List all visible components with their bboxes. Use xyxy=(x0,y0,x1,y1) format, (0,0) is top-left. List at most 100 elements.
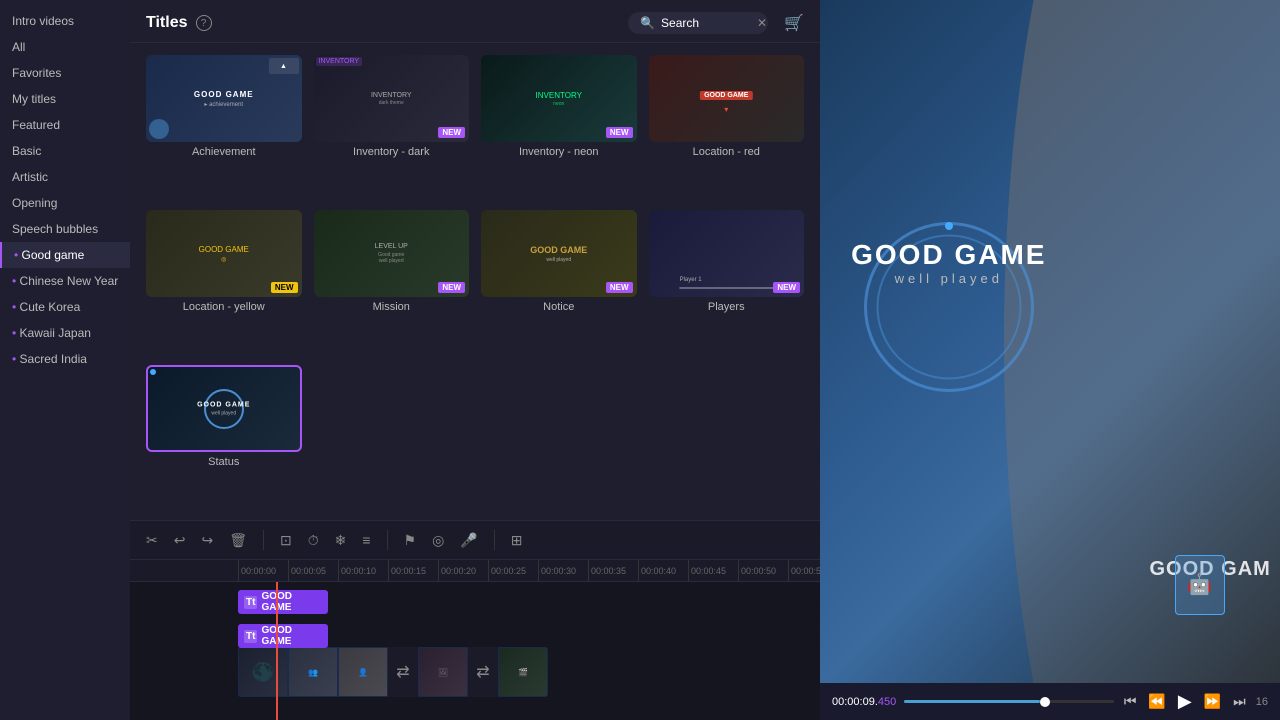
delete-tool[interactable]: 🗑 xyxy=(225,528,251,553)
search-input[interactable] xyxy=(661,16,751,30)
search-icon: 🔍 xyxy=(640,16,655,30)
progress-bar[interactable] xyxy=(904,700,1114,703)
step-forward-button[interactable]: ⏩ xyxy=(1202,691,1223,712)
main-panel: Titles ? 🔍 ✕ 🛒 GOOD GAME ▸ achievement ▲ xyxy=(130,0,820,720)
toolbar-separator-1 xyxy=(263,530,264,550)
cart-icon[interactable]: 🛒 xyxy=(784,13,804,33)
time-display: 00:00:09.450 xyxy=(832,696,896,708)
video-thumb-3: 👤 xyxy=(338,647,388,697)
thumb-location-red: GOOD GAME ▾ xyxy=(649,55,805,142)
title-card-achievement[interactable]: GOOD GAME ▸ achievement ▲ Achievement xyxy=(146,55,302,198)
sidebar-item-cute-korea[interactable]: Cute Korea xyxy=(0,294,130,320)
preview-overlay-text: GOOD GAME well played xyxy=(851,239,1046,286)
title-clip-2[interactable]: Tt GOOD GAME xyxy=(238,624,328,648)
title-card-inventory-dark[interactable]: INVENTORY dark theme INVENTORY NEW Inven… xyxy=(314,55,470,198)
voice-tool[interactable]: 🎤 xyxy=(456,528,481,553)
title-card-status[interactable]: GOOD GAME well played Status xyxy=(146,365,302,508)
info-icon[interactable]: ? xyxy=(196,15,212,31)
sidebar-item-my-titles[interactable]: My titles xyxy=(0,86,130,112)
skip-back-button[interactable]: ⏮ xyxy=(1122,691,1139,712)
thumb-status: GOOD GAME well played xyxy=(146,365,302,452)
timeline-content: Tt GOOD GAME Tt GOOD GAME 🌑 👥 xyxy=(130,582,820,720)
sidebar-item-artistic[interactable]: Artistic xyxy=(0,164,130,190)
ruler-mark: 00:00:30 xyxy=(538,560,588,582)
sidebar-item-basic[interactable]: Basic xyxy=(0,138,130,164)
title-card-notice[interactable]: GOOD GAME well played NEW Notice xyxy=(481,210,637,353)
progress-fill xyxy=(904,700,1040,703)
progress-thumb[interactable] xyxy=(1040,697,1050,707)
layout-tool[interactable]: ⊞ xyxy=(507,528,527,553)
title-card-inventory-neon[interactable]: INVENTORY neon NEW Inventory - neon xyxy=(481,55,637,198)
clip-label-2: GOOD GAME xyxy=(261,625,322,647)
toolbar-separator-3 xyxy=(494,530,495,550)
preview-video: GOOD GAME well played GOOD GAM 🤖 xyxy=(820,0,1280,683)
thumb-players: Player 1 NEW xyxy=(649,210,805,297)
thumb-achievement: GOOD GAME ▸ achievement ▲ xyxy=(146,55,302,142)
preview-panel: GOOD GAME well played GOOD GAM 🤖 00:00:0… xyxy=(820,0,1280,720)
titles-grid: GOOD GAME ▸ achievement ▲ Achievement IN… xyxy=(130,43,820,520)
tt-icon-1: Tt xyxy=(244,596,257,609)
time-accent: 450 xyxy=(878,696,896,708)
step-back-button[interactable]: ⏪ xyxy=(1146,691,1167,712)
video-background: GOOD GAME well played GOOD GAM 🤖 xyxy=(820,0,1280,683)
skip-forward-button[interactable]: ⏭ xyxy=(1231,691,1248,712)
ruler-mark: 00:00:20 xyxy=(438,560,488,582)
ruler-mark: 00:00:50 xyxy=(738,560,788,582)
red-label: GOOD GAME xyxy=(700,91,752,100)
undo-tool[interactable]: ↩ xyxy=(170,528,190,553)
speed-tool[interactable]: ⏱ xyxy=(304,528,323,553)
sidebar-item-favorites[interactable]: Favorites xyxy=(0,60,130,86)
title-clip-1[interactable]: Tt GOOD GAME xyxy=(238,590,328,614)
ruler-mark: 00:00:00 xyxy=(238,560,288,582)
video-thumb-2: 👥 xyxy=(288,647,338,697)
preview-subtitle: well played xyxy=(851,271,1046,286)
sidebar-item-all[interactable]: All xyxy=(0,34,130,60)
transition-1[interactable]: ⇄ xyxy=(388,647,418,697)
title-card-location-yellow[interactable]: GOOD GAME ◎ NEW Location - yellow xyxy=(146,210,302,353)
card-label-achievement: Achievement xyxy=(146,146,302,158)
sidebar-item-kawaii-japan[interactable]: Kawaii Japan xyxy=(0,320,130,346)
cut-tool[interactable]: ✂ xyxy=(142,528,162,553)
sidebar-item-chinese-new-year[interactable]: Chinese New Year xyxy=(0,268,130,294)
sidebar-item-sacred-india[interactable]: Sacred India xyxy=(0,346,130,372)
clear-search-icon[interactable]: ✕ xyxy=(757,16,767,30)
sidebar-item-good-game[interactable]: Good game xyxy=(0,242,130,268)
freeze-tool[interactable]: ❄ xyxy=(331,528,351,553)
sidebar-item-speech-bubbles[interactable]: Speech bubbles xyxy=(0,216,130,242)
thumb-notice: GOOD GAME well played NEW xyxy=(481,210,637,297)
ruler-mark: 00:00:10 xyxy=(338,560,388,582)
title-card-players[interactable]: Player 1 NEW Players xyxy=(649,210,805,353)
new-badge-players: NEW xyxy=(773,282,800,293)
play-button[interactable]: ▶ xyxy=(1176,689,1194,714)
thumb-location-yellow: GOOD GAME ◎ NEW xyxy=(146,210,302,297)
flag-tool[interactable]: ⚑ xyxy=(400,528,421,553)
card-label-players: Players xyxy=(649,301,805,313)
title-card-mission[interactable]: LEVEL UP Good gamewell played NEW Missio… xyxy=(314,210,470,353)
ruler-mark: 00:00:15 xyxy=(388,560,438,582)
redo-tool[interactable]: ↪ xyxy=(197,528,217,553)
sidebar-item-intro-videos[interactable]: Intro videos xyxy=(0,8,130,34)
video-track: 🌑 👥 👤 ⇄ 🖼 ⇄ 🎬 xyxy=(238,647,548,697)
timeline-ruler: 00:00:00 00:00:05 00:00:10 00:00:15 00:0… xyxy=(130,560,820,582)
card-label-location-yellow: Location - yellow xyxy=(146,301,302,313)
ruler-mark: 00:00:55 xyxy=(788,560,820,582)
new-badge-mission: NEW xyxy=(438,282,465,293)
transition-2[interactable]: ⇄ xyxy=(468,647,498,697)
video-thumb-4: 🖼 xyxy=(418,647,468,697)
toolbar-separator-2 xyxy=(387,530,388,550)
time-value: 00:00:09 xyxy=(832,696,875,708)
crop-tool[interactable]: ⊡ xyxy=(276,528,296,553)
title-card-location-red[interactable]: GOOD GAME ▾ Location - red xyxy=(649,55,805,198)
new-badge-notice: NEW xyxy=(606,282,633,293)
sidebar-item-opening[interactable]: Opening xyxy=(0,190,130,216)
playhead xyxy=(276,582,278,720)
page-title: Titles xyxy=(146,14,188,32)
preview-title: GOOD GAME xyxy=(851,239,1046,271)
preview-controls: 00:00:09.450 ⏮ ⏪ ▶ ⏩ ⏭ 16 xyxy=(820,683,1280,720)
card-label-mission: Mission xyxy=(314,301,470,313)
frame-display: 16 xyxy=(1256,696,1268,708)
sidebar: Intro videos All Favorites My titles Fea… xyxy=(0,0,130,720)
sidebar-item-featured[interactable]: Featured xyxy=(0,112,130,138)
audio-effects-tool[interactable]: ◎ xyxy=(428,528,448,553)
split-audio-tool[interactable]: ≡ xyxy=(358,528,374,552)
